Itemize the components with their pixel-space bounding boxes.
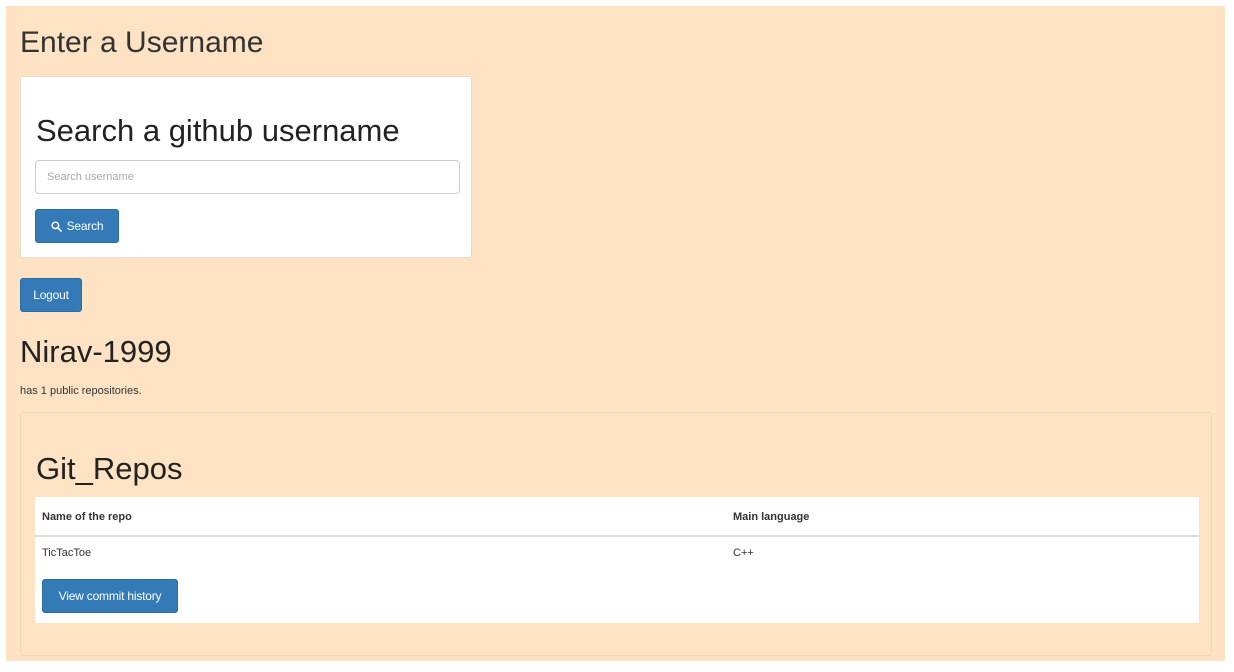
search-input[interactable] [35,160,460,194]
view-commit-history-button[interactable]: View commit history [42,579,178,613]
search-button-label: Search [66,219,104,233]
search-button[interactable]: Search [35,209,119,243]
repo-language-cell: C++ [733,547,754,559]
search-title: Search a github username [36,113,400,148]
profile-username: Nirav-1999 [20,334,172,369]
logout-button[interactable]: Logout [20,278,82,312]
page-title: Enter a Username [20,26,264,59]
repo-count-text: has 1 public repositories. [20,385,142,397]
search-card: Search a github username Search [20,76,472,258]
repo-name-cell: TicTacToe [42,547,92,559]
table-header-divider [35,535,1199,537]
column-header-repo-name: Name of the repo [42,511,132,523]
column-header-main-language: Main language [733,511,810,523]
search-icon [51,220,62,232]
repos-table: Name of the repo Main language TicTacToe… [35,497,1199,623]
page-background: Enter a Username Search a github usernam… [6,6,1225,661]
repos-panel: Git_Repos Name of the repo Main language… [20,412,1212,656]
repos-title: Git_Repos [36,451,183,486]
